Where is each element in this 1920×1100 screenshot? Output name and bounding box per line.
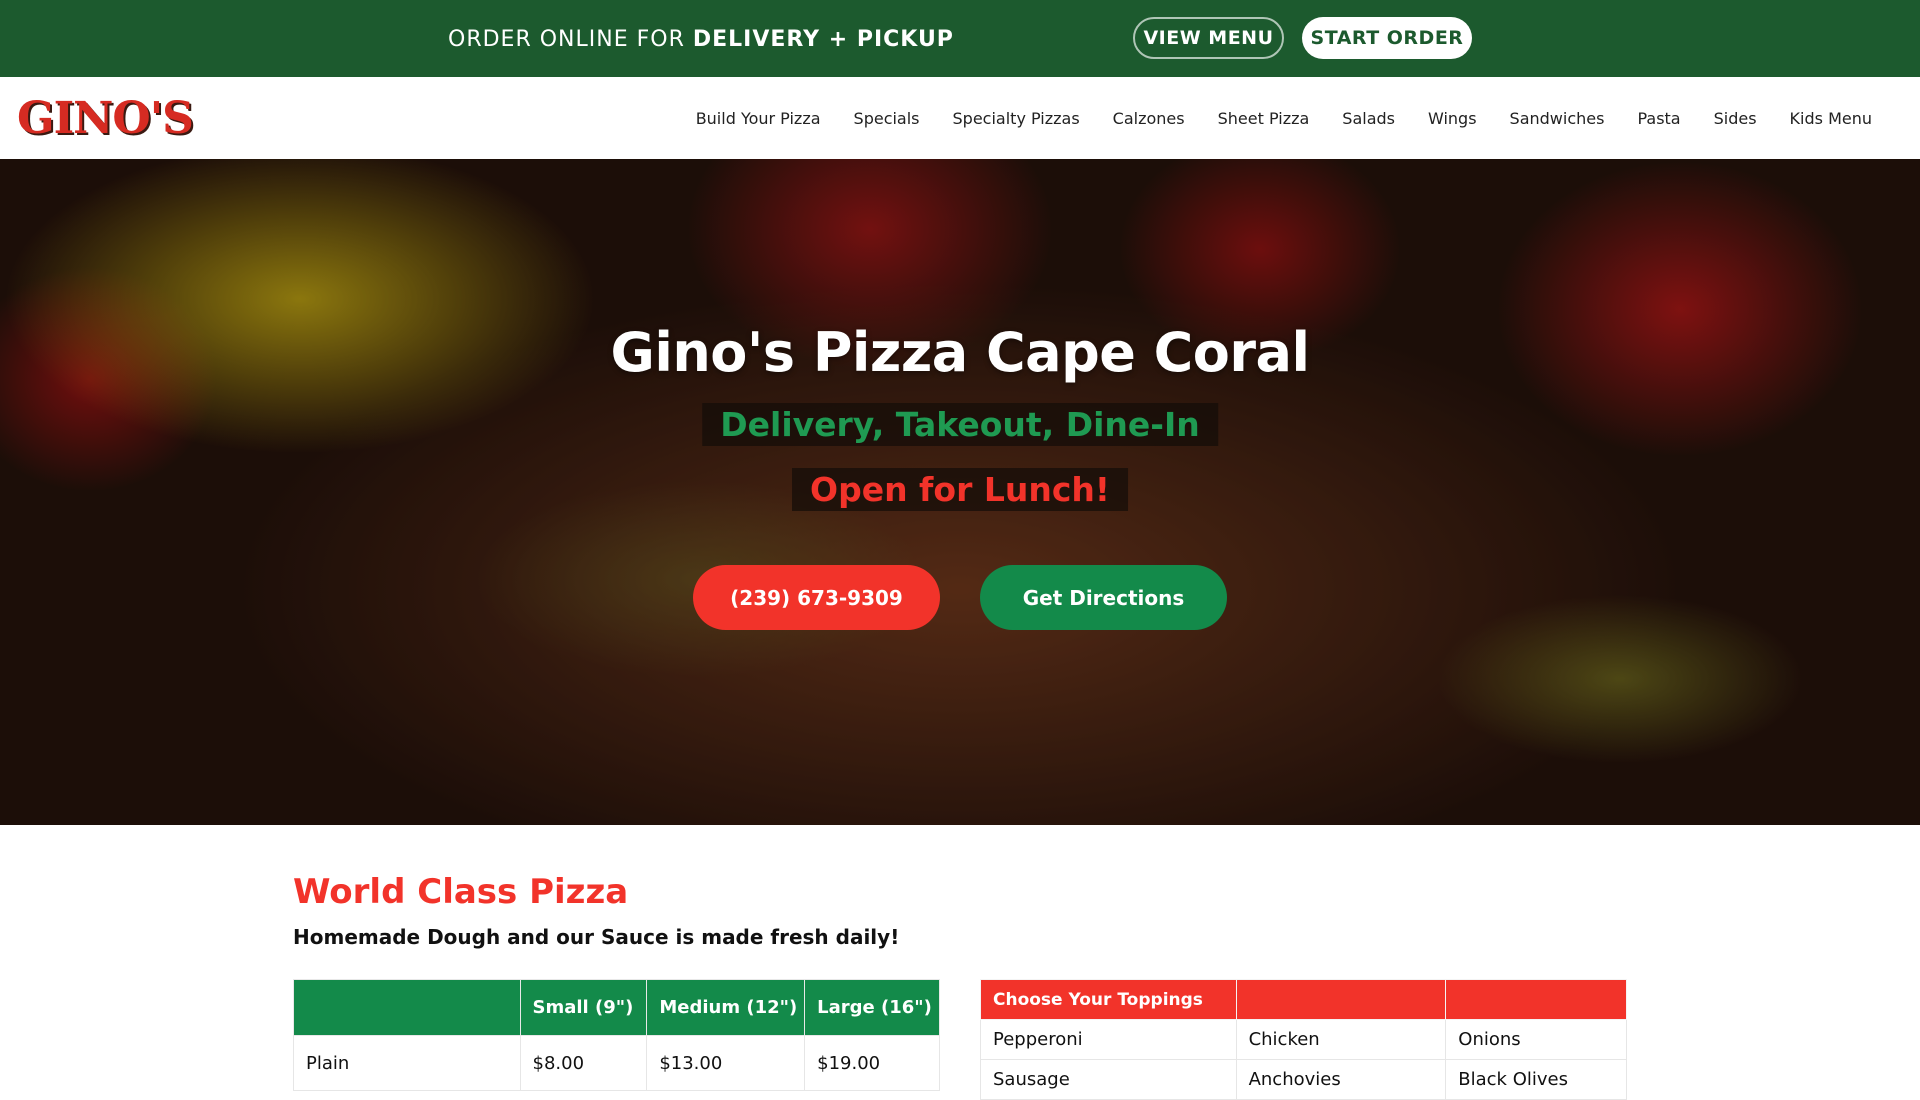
nav-link-sandwiches[interactable]: Sandwiches: [1510, 109, 1605, 128]
promo-text: ORDER ONLINE FOR DELIVERY + PICKUP: [448, 22, 954, 56]
nav-link-sheet-pizza[interactable]: Sheet Pizza: [1218, 109, 1310, 128]
table-row: Pepperoni Chicken Onions: [980, 1019, 1627, 1060]
nav-links: Build Your Pizza Specials Specialty Pizz…: [696, 77, 1872, 159]
toppings-header-col2: [1235, 979, 1447, 1020]
hero-tagline-lunch: Open for Lunch!: [792, 468, 1128, 511]
start-order-button[interactable]: START ORDER: [1302, 17, 1472, 59]
promo-text-regular: ORDER ONLINE FOR: [448, 26, 685, 52]
phone-button[interactable]: (239) 673-9309: [693, 565, 940, 630]
hero-title: Gino's Pizza Cape Coral: [610, 321, 1311, 384]
topping-cell: Sausage: [980, 1059, 1237, 1100]
topping-cell: Black Olives: [1445, 1059, 1627, 1100]
hero-banner: Gino's Pizza Cape Coral Delivery, Takeou…: [0, 159, 1920, 825]
nav-link-specialty-pizzas[interactable]: Specialty Pizzas: [953, 109, 1080, 128]
nav-link-calzones[interactable]: Calzones: [1113, 109, 1185, 128]
main-nav: GINO'S Build Your Pizza Specials Special…: [0, 77, 1920, 159]
price-header-medium: Medium (12"): [646, 979, 806, 1036]
price-header-item: [293, 979, 521, 1036]
price-cell-medium: $13.00: [646, 1035, 806, 1091]
price-table: Small (9") Medium (12") Large (16") Plai…: [293, 979, 940, 1091]
nav-link-specials[interactable]: Specials: [854, 109, 920, 128]
table-row: Sausage Anchovies Black Olives: [980, 1059, 1627, 1100]
table-row: Plain $8.00 $13.00 $19.00: [293, 1035, 940, 1091]
nav-link-kids-menu[interactable]: Kids Menu: [1790, 109, 1872, 128]
section-subtitle: Homemade Dough and our Sauce is made fre…: [293, 925, 900, 949]
promo-text-bold: DELIVERY + PICKUP: [692, 26, 954, 52]
toppings-table: Choose Your Toppings Pepperoni Chicken O…: [980, 979, 1627, 1100]
topping-cell: Pepperoni: [980, 1019, 1237, 1060]
nav-link-pasta[interactable]: Pasta: [1637, 109, 1680, 128]
price-header-large: Large (16"): [804, 979, 940, 1036]
price-cell-small: $8.00: [519, 1035, 648, 1091]
toppings-table-header: Choose Your Toppings: [980, 979, 1627, 1020]
nav-link-build-your-pizza[interactable]: Build Your Pizza: [696, 109, 821, 128]
price-cell-large: $19.00: [804, 1035, 940, 1091]
get-directions-button[interactable]: Get Directions: [980, 565, 1227, 630]
price-cell-item: Plain: [293, 1035, 521, 1091]
ginos-logo[interactable]: GINO'S: [17, 95, 194, 143]
toppings-header-col3: [1445, 979, 1627, 1020]
section-title: World Class Pizza: [293, 872, 629, 912]
hero-content: Gino's Pizza Cape Coral Delivery, Takeou…: [0, 159, 1920, 825]
topping-cell: Anchovies: [1235, 1059, 1447, 1100]
nav-link-sides[interactable]: Sides: [1714, 109, 1757, 128]
promo-bar: ORDER ONLINE FOR DELIVERY + PICKUP VIEW …: [0, 0, 1920, 77]
view-menu-button[interactable]: VIEW MENU: [1133, 17, 1284, 59]
price-table-header: Small (9") Medium (12") Large (16"): [293, 979, 940, 1036]
nav-link-wings[interactable]: Wings: [1428, 109, 1477, 128]
topping-cell: Onions: [1445, 1019, 1627, 1060]
hero-tagline-services: Delivery, Takeout, Dine-In: [702, 403, 1218, 446]
toppings-header-title: Choose Your Toppings: [980, 979, 1237, 1020]
price-header-small: Small (9"): [519, 979, 648, 1036]
topping-cell: Chicken: [1235, 1019, 1447, 1060]
nav-link-salads[interactable]: Salads: [1342, 109, 1395, 128]
